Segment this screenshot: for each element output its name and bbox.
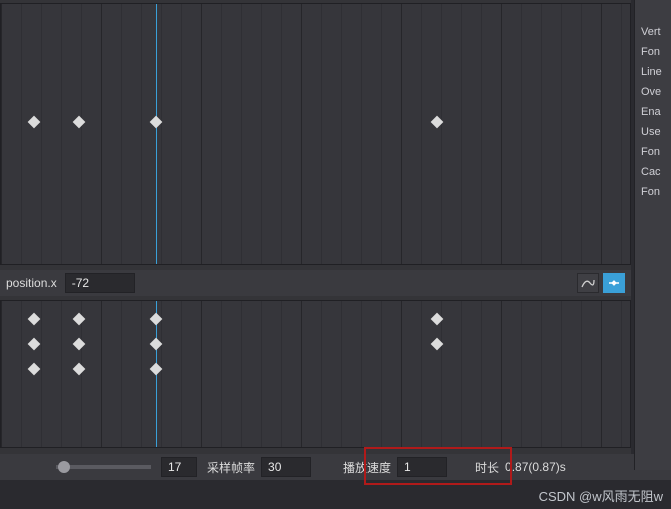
- sample-rate-input[interactable]: [261, 457, 311, 477]
- grid-major: [1, 301, 630, 447]
- inspector-row[interactable]: Line: [635, 62, 671, 82]
- play-speed-label: 播放速度: [343, 459, 391, 476]
- play-speed-input[interactable]: [397, 457, 447, 477]
- inspector-row[interactable]: Use: [635, 122, 671, 142]
- curve-editor-upper[interactable]: [0, 3, 631, 265]
- sample-rate-label: 采样帧率: [207, 459, 255, 476]
- inspector-row[interactable]: Fon: [635, 182, 671, 202]
- duration-value: 0.87(0.87)s: [505, 460, 566, 474]
- inspector-row[interactable]: Fon: [635, 142, 671, 162]
- duration-label: 时长: [475, 459, 499, 476]
- watermark: CSDN @w风雨无阻w: [539, 486, 663, 505]
- property-value-input[interactable]: [65, 273, 135, 293]
- zoom-slider[interactable]: [56, 465, 151, 469]
- curve-mode-icon[interactable]: [577, 273, 599, 293]
- keyframe-mode-icon[interactable]: [603, 273, 625, 293]
- property-label: position.x: [6, 276, 57, 290]
- inspector-row[interactable]: Ena: [635, 102, 671, 122]
- timeline-area: position.x: [0, 0, 631, 470]
- playhead[interactable]: [156, 4, 157, 264]
- inspector-row[interactable]: Vert: [635, 22, 671, 42]
- property-bar: position.x: [0, 270, 631, 296]
- grid-major: [1, 4, 630, 264]
- inspector-row[interactable]: Ove: [635, 82, 671, 102]
- zoom-slider-thumb[interactable]: [58, 461, 70, 473]
- inspector-panel: VertFonLineOveEnaUseFonCacFon: [634, 0, 671, 470]
- bottom-toolbar: 采样帧率 播放速度 时长 0.87(0.87)s: [0, 454, 671, 480]
- inspector-row[interactable]: Fon: [635, 42, 671, 62]
- dopesheet-lower[interactable]: [0, 300, 631, 448]
- zoom-value-input[interactable]: [161, 457, 197, 477]
- inspector-row[interactable]: Cac: [635, 162, 671, 182]
